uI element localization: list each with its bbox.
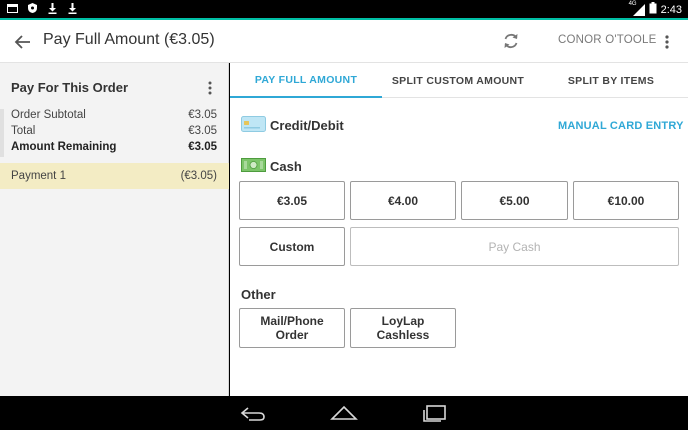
- cash-amount-button[interactable]: €3.05: [239, 181, 345, 220]
- amount-remaining-value: €3.05: [188, 141, 217, 153]
- download-icon: [46, 2, 58, 14]
- overflow-menu-icon[interactable]: [660, 33, 674, 51]
- nav-home-icon[interactable]: [330, 404, 358, 422]
- nav-recents-icon[interactable]: [421, 404, 449, 422]
- tab-split-custom-amount[interactable]: SPLIT CUSTOM AMOUNT: [382, 63, 534, 98]
- status-bar: 4G 2:43: [0, 0, 688, 18]
- payment-label: Payment 1: [11, 170, 66, 182]
- battery-icon: [649, 2, 657, 17]
- payment-panel: PAY FULL AMOUNT SPLIT CUSTOM AMOUNT SPLI…: [230, 63, 688, 396]
- pay-cash-button[interactable]: Pay Cash: [350, 227, 679, 266]
- cash-amount-button[interactable]: €4.00: [350, 181, 456, 220]
- total-row: Total €3.05: [4, 125, 229, 141]
- signal-icon: 4G: [628, 0, 645, 16]
- credit-debit-label: Credit/Debit: [270, 118, 344, 133]
- total-value: €3.05: [188, 125, 217, 137]
- other-label: Other: [241, 287, 276, 302]
- payment-value: (€3.05): [180, 170, 217, 182]
- subtotal-label: Order Subtotal: [11, 109, 86, 121]
- loylap-cashless-line1: LoyLap: [381, 314, 425, 328]
- cash-amount-button[interactable]: €10.00: [573, 181, 679, 220]
- nav-back-icon[interactable]: [239, 404, 267, 422]
- system-nav-bar: [0, 396, 688, 430]
- order-totals: Order Subtotal €3.05 Total €3.05 Amount …: [0, 109, 229, 157]
- cash-label: Cash: [270, 159, 302, 174]
- order-summary-panel: Pay For This Order Order Subtotal €3.05 …: [0, 63, 229, 396]
- subtotal-value: €3.05: [188, 109, 217, 121]
- cash-icon: [241, 158, 266, 172]
- page-title: Pay Full Amount (€3.05): [43, 31, 215, 48]
- mail-phone-order-button[interactable]: Mail/Phone Order: [239, 308, 345, 348]
- shield-icon: [26, 2, 38, 14]
- credit-card-icon: [241, 116, 266, 132]
- loylap-cashless-button[interactable]: LoyLap Cashless: [350, 308, 456, 348]
- payment-row[interactable]: Payment 1 (€3.05): [0, 163, 229, 189]
- cash-amount-button[interactable]: €5.00: [461, 181, 568, 220]
- user-name[interactable]: CONOR O'TOOLE: [558, 34, 657, 46]
- refresh-icon[interactable]: [500, 30, 522, 52]
- amount-remaining-label: Amount Remaining: [11, 141, 117, 153]
- window-icon: [6, 2, 18, 14]
- order-panel-title: Pay For This Order: [11, 80, 129, 95]
- tab-split-by-items[interactable]: SPLIT BY ITEMS: [534, 63, 688, 98]
- total-label: Total: [11, 125, 36, 137]
- clock: 2:43: [660, 3, 682, 16]
- custom-cash-button[interactable]: Custom: [239, 227, 345, 266]
- download-icon: [66, 2, 78, 14]
- order-menu-icon[interactable]: [204, 80, 216, 96]
- tab-pay-full-amount[interactable]: PAY FULL AMOUNT: [230, 63, 382, 98]
- manual-card-entry-link[interactable]: MANUAL CARD ENTRY: [558, 120, 684, 132]
- payment-tabs: PAY FULL AMOUNT SPLIT CUSTOM AMOUNT SPLI…: [230, 63, 688, 98]
- subtotal-row: Order Subtotal €3.05: [4, 109, 229, 125]
- mail-phone-order-line2: Order: [275, 328, 309, 342]
- back-arrow-icon[interactable]: [12, 31, 34, 53]
- loylap-cashless-line2: Cashless: [376, 328, 430, 342]
- mail-phone-order-line1: Mail/Phone: [260, 314, 324, 328]
- app-bar: Pay Full Amount (€3.05) CONOR O'TOOLE: [0, 20, 688, 63]
- amount-remaining-row: Amount Remaining €3.05: [4, 141, 229, 157]
- network-type: 4G: [628, 0, 637, 7]
